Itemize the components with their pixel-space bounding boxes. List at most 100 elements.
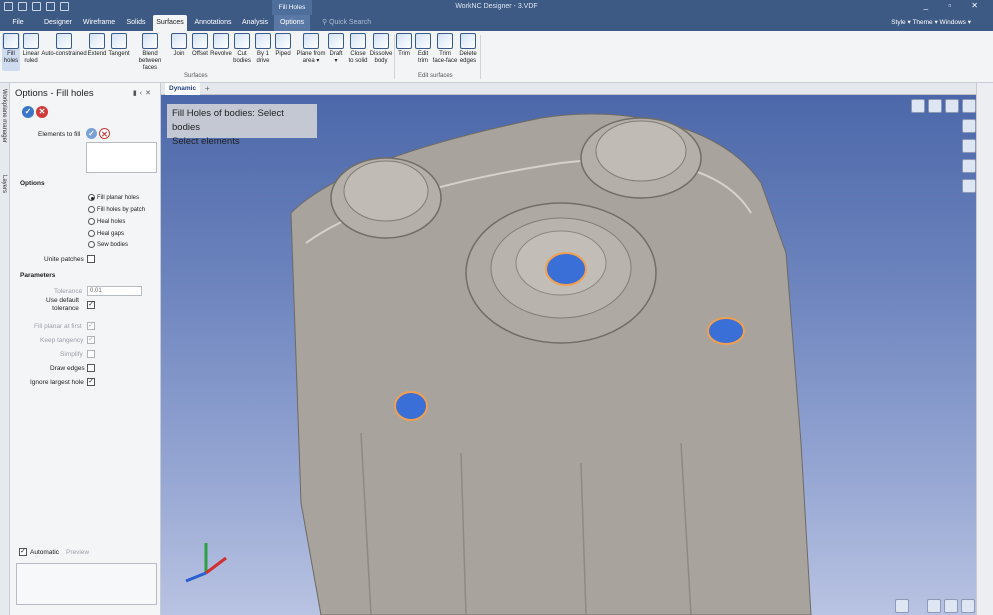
hole-highlight-1[interactable] — [545, 252, 587, 286]
close-to-solid-button[interactable]: Close to solid — [347, 33, 369, 65]
part-model[interactable] — [161, 83, 993, 615]
tab-file[interactable]: File — [4, 15, 32, 31]
edit-trim-button[interactable]: Edit trim — [414, 33, 432, 65]
offset-button[interactable]: Offset — [190, 33, 210, 58]
draw-edges-label: Draw edges — [50, 365, 85, 372]
edit-trim-label: Edit trim — [417, 51, 429, 64]
delete-edges-button[interactable]: Delete edges — [458, 33, 478, 65]
view-tool-1-icon[interactable] — [962, 119, 976, 133]
radio-fill-planar-holes[interactable]: Fill planar holes — [88, 194, 139, 201]
add-view-icon[interactable]: + — [205, 83, 210, 95]
options-panel: Options - Fill holes ▮‹✕ ✓ ✕ Elements to… — [10, 83, 161, 615]
radio-label: Heal gaps — [97, 231, 125, 238]
by-1-drive-button[interactable]: By 1 drive — [254, 33, 272, 65]
tab-annotations[interactable]: Annotations — [190, 15, 236, 31]
view-cube-icon[interactable] — [911, 99, 925, 113]
plane-from-area-button[interactable]: Plane from area ▾ — [295, 33, 327, 65]
parameters-header: Parameters — [20, 272, 56, 279]
tab-analysis[interactable]: Analysis — [238, 15, 272, 31]
dissolve-body-button[interactable]: Dissolve body — [369, 33, 393, 65]
preview-button[interactable]: Preview — [66, 549, 89, 556]
side-tab-workplane-manager[interactable]: Workplane manager — [1, 89, 7, 143]
elements-list[interactable] — [86, 142, 157, 173]
visibility-icon[interactable] — [962, 159, 976, 173]
auto-constrained-button[interactable]: Auto-constrained — [41, 33, 87, 58]
linear-ruled-icon — [23, 33, 39, 49]
keep-tangency-checkbox[interactable]: ✓ — [87, 336, 95, 344]
context-tab-fill-holes: Fill Holes — [272, 0, 312, 15]
tab-designer[interactable]: Designer — [38, 15, 78, 31]
hole-highlight-2[interactable] — [707, 317, 745, 345]
clear-elements-button[interactable]: ✕ — [99, 128, 110, 139]
cancel-button[interactable]: ✕ — [36, 106, 48, 118]
tangent-button[interactable]: Tangent — [107, 33, 131, 58]
unite-patches-checkbox[interactable] — [87, 255, 95, 263]
by1drive-icon — [255, 33, 271, 49]
grid-icon[interactable] — [895, 599, 909, 613]
view-menu-icon[interactable] — [962, 99, 976, 113]
tab-wireframe[interactable]: Wireframe — [80, 15, 118, 31]
ignore-largest-hole-checkbox[interactable]: ✓ — [87, 378, 95, 386]
zoom-window-icon[interactable] — [944, 599, 958, 613]
ribbon: Fill holes Linear ruled Auto-constrained… — [0, 31, 993, 83]
radio-heal-gaps[interactable]: Heal gaps — [88, 230, 124, 237]
select-elements-button[interactable]: ✓ — [86, 128, 97, 139]
theme-menu[interactable]: Theme — [912, 19, 932, 26]
cut-bodies-button[interactable]: Cut bodies — [232, 33, 252, 65]
use-default-tolerance-checkbox[interactable]: ✓ — [87, 301, 95, 309]
piped-button[interactable]: Piped — [273, 33, 293, 58]
tangent-icon — [111, 33, 127, 49]
extend-icon — [89, 33, 105, 49]
zoom-fit-icon[interactable] — [961, 599, 975, 613]
draw-edges-checkbox[interactable] — [87, 364, 95, 372]
linear-ruled-label: Linear ruled — [22, 51, 40, 64]
panel-header-icons[interactable]: ▮‹✕ — [133, 89, 154, 97]
side-tab-layers[interactable]: Layers — [1, 175, 7, 193]
blend-between-faces-button[interactable]: Blend between faces — [131, 33, 169, 72]
trim-face-face-button[interactable]: Trim face-face — [432, 33, 458, 65]
tab-options[interactable]: Options — [274, 15, 310, 31]
automatic-checkbox[interactable]: ✓ — [19, 548, 27, 556]
windows-menu[interactable]: Windows — [940, 19, 966, 26]
hole-highlight-3[interactable] — [394, 391, 428, 421]
trim-button[interactable]: Trim — [396, 33, 412, 58]
linear-ruled-button[interactable]: Linear ruled — [21, 33, 41, 65]
viewport-tab-dynamic[interactable]: Dynamic — [165, 83, 201, 95]
render-icon[interactable] — [962, 179, 976, 193]
radio-fill-holes-by-patch[interactable]: Fill holes by patch — [88, 206, 145, 213]
tolerance-label: Tolerance — [54, 288, 83, 295]
close-icon[interactable]: ✕ — [145, 90, 154, 97]
quick-search[interactable]: ⚲ Quick Search — [322, 17, 422, 29]
join-button[interactable]: Join — [170, 33, 188, 58]
fill-holes-button[interactable]: Fill holes — [2, 33, 20, 71]
prompt-line-2: Select elements — [172, 136, 240, 147]
maximize-view-icon[interactable] — [945, 99, 959, 113]
tolerance-input[interactable]: 0.01 — [87, 286, 142, 296]
pin-icon[interactable]: ▮ — [133, 90, 140, 97]
window-controls[interactable]: _ ▫ ✕ — [924, 1, 987, 10]
check-icon: ✓ — [24, 107, 32, 116]
plane-from-area-icon — [303, 33, 319, 49]
3d-viewport[interactable]: Dynamic + Fill Holes of bodies: Select b… — [161, 83, 993, 615]
radio-heal-holes[interactable]: Heal holes — [88, 218, 125, 225]
prompt-line-1: Fill Holes of bodies: Select bodies — [172, 108, 284, 133]
zoom-icon[interactable] — [927, 599, 941, 613]
fill-holes-icon — [3, 33, 19, 49]
join-icon — [171, 33, 187, 49]
view-tool-2-icon[interactable] — [962, 139, 976, 153]
display-mode-icon[interactable] — [928, 99, 942, 113]
revolve-icon — [213, 33, 229, 49]
automatic-label: Automatic — [30, 549, 59, 556]
revolve-button[interactable]: Revolve — [210, 33, 232, 58]
style-menu[interactable]: Style — [891, 19, 905, 26]
radio-sew-bodies[interactable]: Sew bodies — [88, 241, 128, 248]
fill-planar-first-checkbox[interactable]: ✓ — [87, 322, 95, 330]
extend-button[interactable]: Extend — [87, 33, 107, 58]
confirm-button[interactable]: ✓ — [22, 106, 34, 118]
unite-patches-label: Unite patches — [44, 256, 84, 263]
radio-label: Fill holes by patch — [97, 207, 146, 214]
tab-solids[interactable]: Solids — [120, 15, 152, 31]
draft-button[interactable]: Draft ▾ — [327, 33, 345, 65]
simplify-checkbox[interactable] — [87, 350, 95, 358]
tab-surfaces[interactable]: Surfaces — [153, 15, 187, 31]
